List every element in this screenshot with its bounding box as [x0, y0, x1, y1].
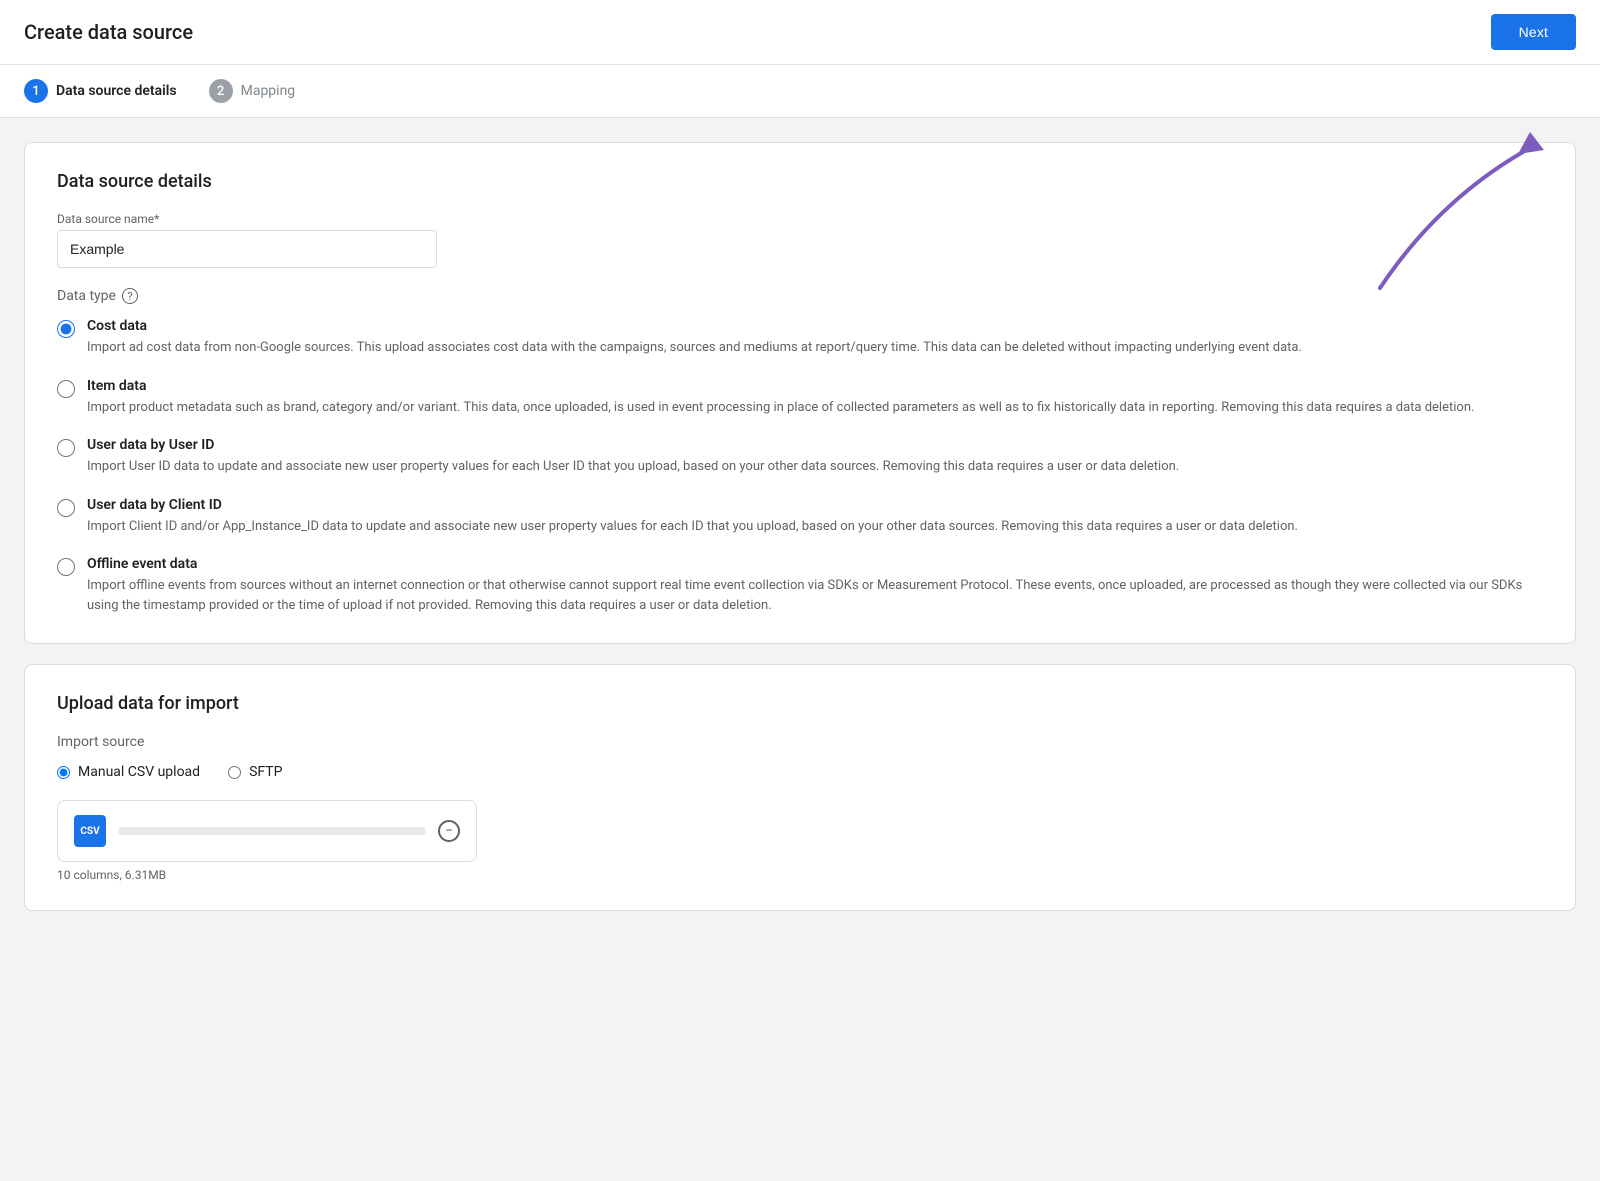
radio-cost-data-title: Cost data: [87, 318, 1543, 334]
csv-icon: CSV: [74, 815, 106, 847]
radio-user-id-desc: Import User ID data to update and associ…: [87, 457, 1543, 477]
next-button[interactable]: Next: [1491, 14, 1576, 50]
import-source-label: Import source: [57, 734, 1543, 750]
data-source-details-card: Data source details Data source name* Da…: [24, 142, 1576, 644]
upload-data-title: Upload data for import: [57, 693, 1543, 714]
data-type-section-label: Data type ?: [57, 288, 1543, 304]
data-source-name-group: Data source name*: [57, 212, 1543, 268]
upload-data-card: Upload data for import Import source Man…: [24, 664, 1576, 911]
radio-client-id[interactable]: [57, 499, 75, 517]
radio-option-client-id: User data by Client ID Import Client ID …: [57, 497, 1543, 537]
file-upload-wrapper: CSV − 10 columns, 6.31MB: [57, 800, 1543, 882]
radio-offline-desc: Import offline events from sources witho…: [87, 576, 1543, 615]
step-2: 2 Mapping: [209, 79, 296, 103]
page-title: Create data source: [24, 20, 193, 44]
radio-option-item-data: Item data Import product metadata such a…: [57, 378, 1543, 418]
import-sftp[interactable]: SFTP: [228, 764, 282, 780]
radio-option-user-id: User data by User ID Import User ID data…: [57, 437, 1543, 477]
file-upload-area[interactable]: CSV −: [57, 800, 477, 862]
radio-cost-data-desc: Import ad cost data from non-Google sour…: [87, 338, 1543, 358]
radio-item-data-desc: Import product metadata such as brand, c…: [87, 398, 1543, 418]
radio-option-cost-data: Cost data Import ad cost data from non-G…: [57, 318, 1543, 358]
data-source-name-label: Data source name*: [57, 212, 1543, 226]
top-bar: Create data source Next: [0, 0, 1600, 65]
import-source-row: Manual CSV upload SFTP: [57, 764, 1543, 780]
step-2-label: Mapping: [241, 83, 296, 99]
radio-sftp[interactable]: [228, 766, 241, 779]
file-meta: 10 columns, 6.31MB: [57, 868, 1543, 882]
remove-file-icon[interactable]: −: [438, 820, 460, 842]
data-source-details-title: Data source details: [57, 171, 1543, 192]
radio-offline[interactable]: [57, 558, 75, 576]
radio-option-offline: Offline event data Import offline events…: [57, 556, 1543, 615]
main-content: Data source details Data source name* Da…: [0, 118, 1600, 955]
step-2-circle: 2: [209, 79, 233, 103]
file-progress-bar: [118, 827, 426, 835]
radio-manual-csv[interactable]: [57, 766, 70, 779]
radio-cost-data[interactable]: [57, 320, 75, 338]
import-manual-csv[interactable]: Manual CSV upload: [57, 764, 200, 780]
radio-client-id-desc: Import Client ID and/or App_Instance_ID …: [87, 517, 1543, 537]
radio-client-id-title: User data by Client ID: [87, 497, 1543, 513]
step-1-circle: 1: [24, 79, 48, 103]
steps-bar: 1 Data source details 2 Mapping: [0, 65, 1600, 118]
radio-user-id-title: User data by User ID: [87, 437, 1543, 453]
radio-item-data[interactable]: [57, 380, 75, 398]
radio-offline-title: Offline event data: [87, 556, 1543, 572]
radio-user-id[interactable]: [57, 439, 75, 457]
data-source-name-input[interactable]: [57, 230, 437, 268]
data-type-help-icon[interactable]: ?: [122, 288, 138, 304]
radio-item-data-title: Item data: [87, 378, 1543, 394]
step-1: 1 Data source details: [24, 79, 177, 103]
step-1-label: Data source details: [56, 83, 177, 99]
